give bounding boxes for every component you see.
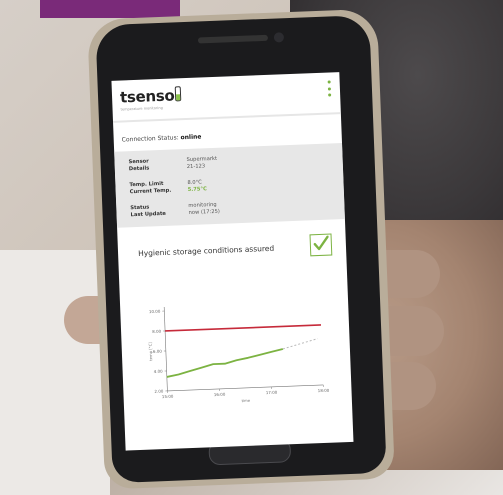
y-tick-label: 8.00 [152, 329, 162, 334]
background-purple [40, 0, 180, 18]
app-bar: tsenso temperature monitoring [111, 72, 341, 123]
smartphone: tsenso temperature monitoring Connection… [87, 8, 395, 490]
x-tick-label: 17:00 [266, 390, 278, 395]
forecast-line [282, 338, 318, 350]
x-tick-label: 15:00 [162, 394, 174, 399]
details-label: Details [128, 165, 150, 173]
overflow-menu-icon[interactable] [327, 80, 333, 97]
hygiene-message: Hygienic storage conditions assured [137, 243, 275, 258]
checkmark-icon [313, 235, 329, 251]
phone-screen: tsenso temperature monitoring Connection… [111, 72, 354, 451]
x-axis-label: time [241, 398, 250, 403]
temperature-series-line [166, 348, 284, 378]
connection-label: Connection Status: [121, 134, 179, 144]
temp-limit-line [165, 324, 322, 332]
y-tick-label: 4.00 [154, 369, 164, 374]
x-axis [167, 384, 324, 392]
connection-value: online [180, 133, 202, 142]
app-logo: tsenso [119, 86, 182, 107]
x-tick-label: 16:00 [214, 392, 226, 397]
x-tick-label: 18:00 [318, 388, 330, 393]
thermometer-icon [175, 86, 182, 102]
logo-subtitle: temperature monitoring [120, 105, 163, 112]
logo-text: tsenso [119, 86, 175, 107]
sensor-info-panel: Sensor Details Supermarkt 21-123 Temp. L… [114, 143, 345, 228]
y-tick-label: 10.00 [149, 309, 161, 314]
y-axis-label: temp [°C] [147, 342, 153, 361]
front-camera [273, 32, 285, 43]
last-update-value: now (17:25) [188, 208, 221, 216]
connection-status: Connection Status: online [122, 128, 342, 143]
earpiece [197, 34, 269, 44]
temperature-chart: 10.008.006.004.002.0015:00 16:00 17:00 18:0… [147, 306, 330, 403]
current-temp-value: 5.75°C [187, 186, 208, 194]
current-temp-label: Current Temp. [129, 187, 172, 196]
background-light-wall [0, 250, 110, 495]
y-tick-label: 6.00 [153, 349, 163, 354]
hygiene-status: Hygienic storage conditions assured [117, 225, 346, 274]
hygiene-checkbox[interactable] [309, 233, 333, 257]
y-axis [163, 306, 168, 391]
details-value: 21-123 [186, 163, 206, 171]
last-update-label: Last Update [130, 210, 167, 219]
